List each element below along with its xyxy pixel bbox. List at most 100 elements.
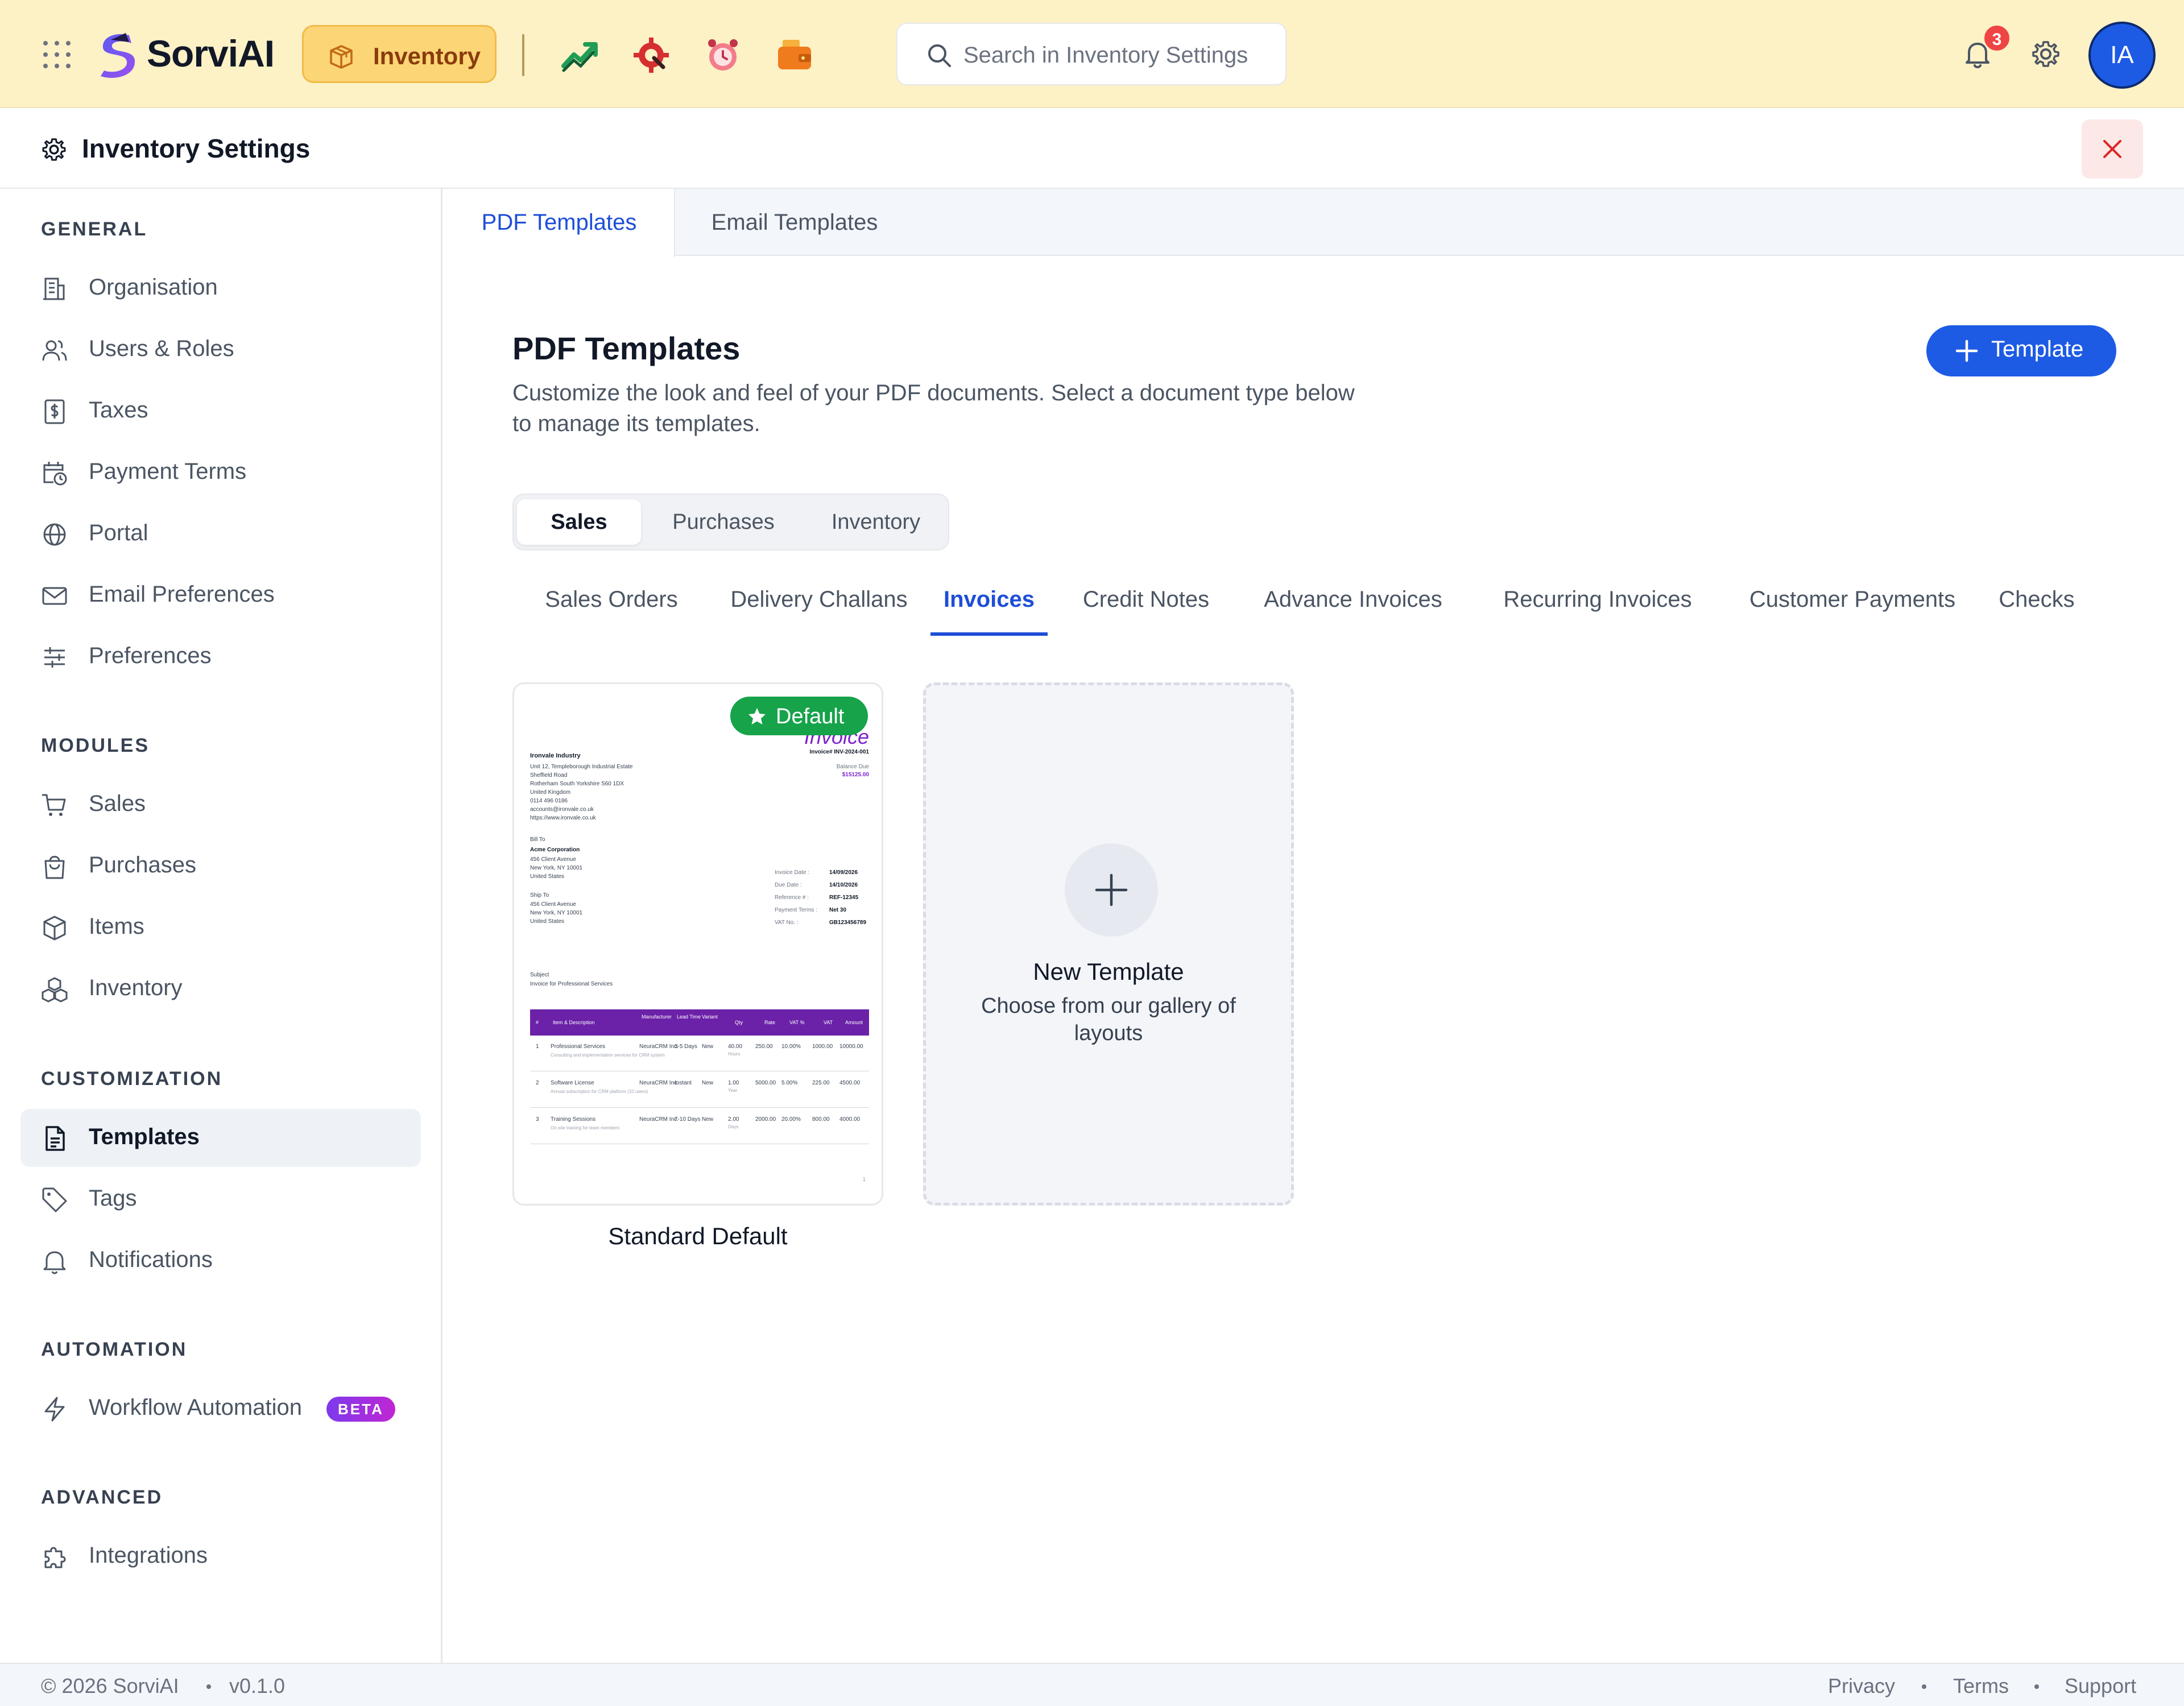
preview-cell: Hours	[728, 1051, 741, 1057]
doc-tab-sales-orders[interactable]: Sales Orders	[519, 587, 704, 636]
search-input[interactable]	[963, 39, 1271, 72]
preview-col: VAT %	[789, 1020, 805, 1025]
alarm-icon[interactable]	[703, 35, 743, 75]
search-box[interactable]	[896, 23, 1287, 85]
sidebar-item-tags[interactable]: Tags	[20, 1170, 421, 1228]
sidebar-item-portal[interactable]: Portal	[20, 505, 421, 563]
section-heading-general: GENERAL	[41, 218, 148, 240]
doc-tab-delivery-challans[interactable]: Delivery Challans	[714, 587, 924, 636]
sidebar-item-workflow-automation[interactable]: Workflow Automation BETA	[20, 1380, 421, 1438]
doc-tab-checks[interactable]: Checks	[1986, 587, 2088, 636]
doc-tab-invoices[interactable]: Invoices	[930, 587, 1048, 636]
tab-email-templates[interactable]: Email Templates	[675, 189, 914, 256]
preview-cell: 1	[536, 1044, 539, 1050]
sidebar-item-label: Payment Terms	[89, 459, 247, 484]
preview-meta-label: Due Date :	[775, 882, 802, 888]
preview-col: Rate	[764, 1020, 776, 1025]
preview-cell: Year	[728, 1088, 738, 1093]
sidebar-item-templates[interactable]: Templates	[20, 1109, 421, 1167]
add-template-button[interactable]: Template	[1926, 325, 2116, 376]
preview-address-line: 0114 496 0186	[530, 798, 568, 804]
preview-cell: 10000.00	[839, 1044, 863, 1050]
sidebar-item-items[interactable]: Items	[20, 898, 421, 956]
doc-tab-customer-payments[interactable]: Customer Payments	[1733, 587, 1972, 636]
preview-meta-value: GB123456789	[829, 920, 867, 926]
preview-cell: On-site training for team members	[551, 1125, 620, 1131]
sidebar-item-organisation[interactable]: Organisation	[20, 259, 421, 317]
sidebar-item-preferences[interactable]: Preferences	[20, 628, 421, 686]
doc-tab-advance-invoices[interactable]: Advance Invoices	[1245, 587, 1461, 636]
preview-subject-label: Subject	[530, 972, 549, 978]
service-gear-icon[interactable]	[631, 35, 671, 75]
cart-icon	[42, 794, 66, 816]
beta-badge: BETA	[326, 1397, 395, 1422]
divider	[522, 34, 524, 76]
template-card-standard-default[interactable]: Invoice Invoice# INV-2024-001 Balance Du…	[512, 682, 883, 1206]
preview-cell: 3	[536, 1116, 539, 1123]
top-bar: SorviAI Inventory Search in Inventory Se…	[0, 0, 2184, 108]
preview-cell: 225.00	[812, 1080, 830, 1086]
sidebar-item-sales[interactable]: Sales	[20, 776, 421, 834]
new-template-description: Choose from our gallery of layouts	[981, 994, 1236, 1045]
sidebar-item-users-roles[interactable]: Users & Roles	[20, 321, 421, 379]
preview-balance-value: $15125.00	[842, 772, 869, 778]
module-switcher-button[interactable]: Inventory	[302, 25, 497, 83]
bell-icon	[43, 1251, 66, 1274]
preview-col: Qty	[735, 1020, 743, 1025]
sidebar-item-payment-terms[interactable]: Payment Terms	[20, 444, 421, 502]
preview-bill-to-line: Acme Corporation	[530, 847, 580, 853]
main-content: PDF Templates Email Templates PDF Templa…	[444, 189, 2184, 1663]
footer-link-terms[interactable]: Terms	[1953, 1674, 2009, 1698]
version-text: v0.1.0	[229, 1674, 286, 1697]
add-template-label: Template	[1991, 337, 2084, 362]
footer-link-support[interactable]: Support	[2065, 1674, 2136, 1698]
section-title: PDF Templates	[512, 330, 741, 366]
preview-cell: NeuraCRM Inc.	[639, 1080, 679, 1086]
preview-cell: New	[702, 1044, 714, 1050]
module-label: Inventory	[373, 43, 481, 69]
segment-purchases[interactable]: Purchases	[644, 499, 803, 545]
preview-bill-to-line: United States	[530, 873, 565, 880]
preview-page-number: 1	[862, 1177, 866, 1183]
sidebar-item-taxes[interactable]: Taxes	[20, 382, 421, 440]
divider	[530, 1107, 869, 1108]
preview-cell: 2	[536, 1080, 539, 1086]
preview-address-line: United Kingdom	[530, 789, 571, 796]
sidebar-item-inventory[interactable]: Inventory	[20, 960, 421, 1018]
sidebar-item-email-preferences[interactable]: Email Preferences	[20, 566, 421, 624]
sidebar-item-label: Tags	[89, 1186, 137, 1211]
preview-address-line: Unit 12, Templeborough Industrial Estate	[530, 764, 633, 770]
tab-pdf-templates[interactable]: PDF Templates	[444, 189, 675, 257]
wallet-icon[interactable]	[775, 35, 814, 75]
preview-col: Variant	[702, 1014, 718, 1020]
footer-link-privacy[interactable]: Privacy	[1828, 1674, 1895, 1698]
sidebar-item-notifications[interactable]: Notifications	[20, 1232, 421, 1290]
preview-cell: 20.00%	[781, 1116, 801, 1123]
shopping-bag-icon	[44, 856, 65, 879]
doc-tab-recurring-invoices[interactable]: Recurring Invoices	[1478, 587, 1717, 636]
mail-icon	[42, 587, 67, 605]
preview-cell: 250.00	[755, 1044, 773, 1050]
sidebar-item-label: Users & Roles	[89, 336, 234, 361]
doc-tab-credit-notes[interactable]: Credit Notes	[1066, 587, 1226, 636]
new-template-card[interactable]: New Template Choose from our gallery of …	[923, 682, 1294, 1206]
analytics-icon[interactable]	[560, 35, 600, 75]
app-launcher-icon[interactable]	[43, 41, 71, 68]
sidebar-item-integrations[interactable]: Integrations	[20, 1527, 421, 1585]
sidebar-item-label: Inventory	[89, 975, 183, 1000]
preview-cell: 800.00	[812, 1116, 830, 1123]
preview-address-line: accounts@ironvale.co.uk	[530, 806, 594, 813]
segment-sales[interactable]: Sales	[517, 499, 641, 545]
new-template-title: New Template	[1033, 958, 1184, 985]
sidebar-item-purchases[interactable]: Purchases	[20, 837, 421, 895]
segment-inventory[interactable]: Inventory	[804, 499, 948, 545]
star-icon	[748, 708, 766, 724]
search-icon	[928, 44, 951, 67]
close-settings-button[interactable]	[2082, 119, 2143, 179]
cube-icon	[43, 916, 66, 941]
default-badge-label: Default	[776, 705, 845, 728]
settings-gear-icon[interactable]	[2029, 38, 2062, 71]
building-icon	[43, 278, 65, 300]
user-avatar[interactable]: IA	[2088, 22, 2156, 89]
preview-meta-label: Reference # :	[775, 895, 809, 901]
